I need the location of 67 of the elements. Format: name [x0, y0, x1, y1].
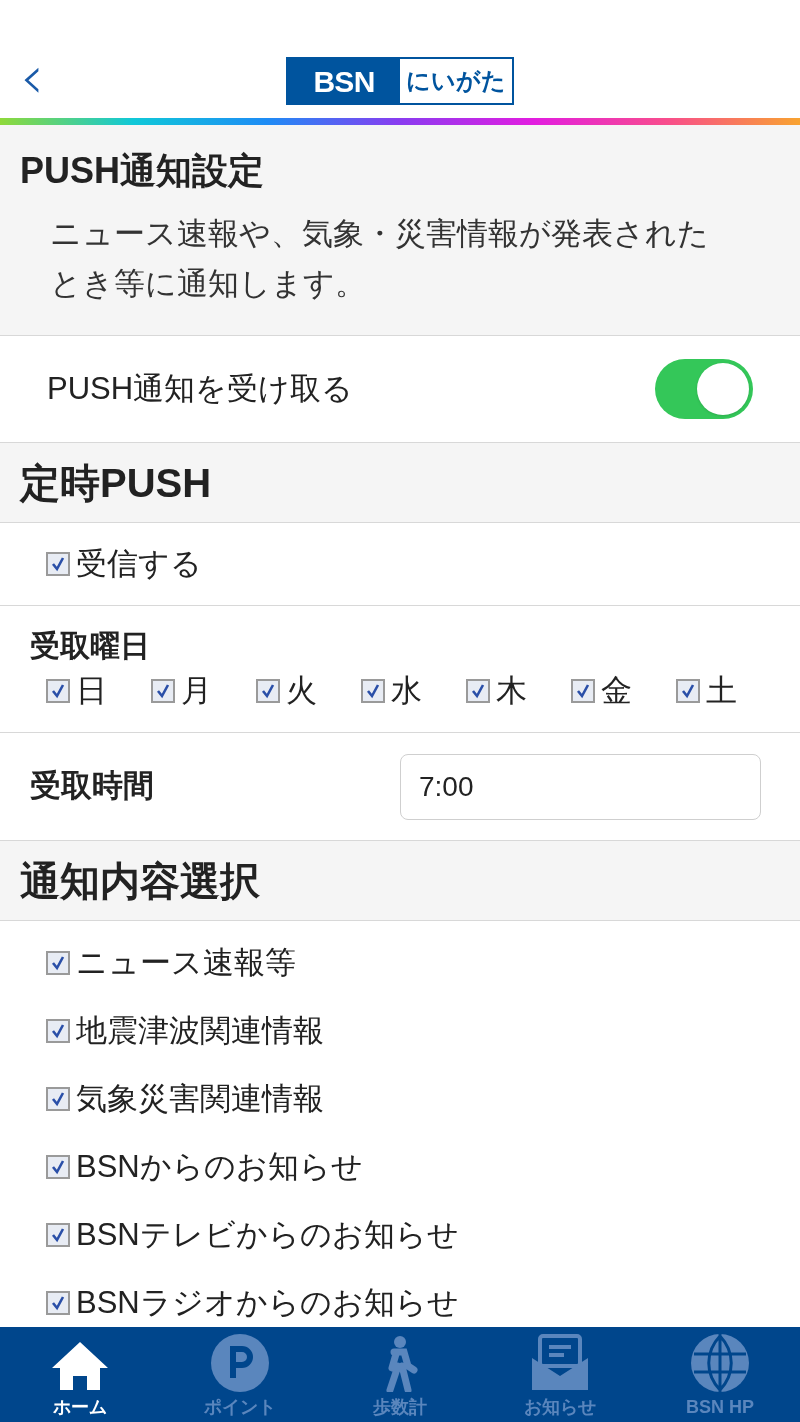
checkbox-label: 月 — [181, 672, 212, 710]
field-label: 受取曜日 — [30, 628, 151, 664]
checkbox[interactable] — [46, 1291, 70, 1315]
check-icon — [574, 682, 592, 701]
check-icon — [49, 682, 67, 701]
checkbox[interactable] — [46, 679, 70, 704]
toggle-label: PUSH通知を受け取る — [47, 369, 354, 408]
section-title: 定時PUSH — [20, 459, 212, 507]
check-icon — [49, 1158, 67, 1176]
parking-icon — [211, 1334, 269, 1392]
checkbox-label: 土 — [706, 672, 737, 710]
checkbox-label: 金 — [601, 672, 632, 710]
checkbox-label: 火 — [286, 672, 317, 710]
checkbox-label: 気象災害関連情報 — [76, 1079, 324, 1118]
checkbox[interactable] — [46, 951, 70, 975]
time-field[interactable]: 7:00 — [400, 753, 761, 820]
check-icon — [679, 682, 697, 701]
tab-item[interactable]: ポイント — [160, 1327, 320, 1422]
description-text: ニュース速報や、気象・災害情報が発表されたとき等に通知します。 — [49, 215, 710, 303]
check-icon — [154, 682, 172, 701]
section-title: 通知内容選択 — [20, 857, 260, 905]
checkbox[interactable] — [256, 679, 280, 704]
checkbox-label: BSNラジオからのお知らせ — [76, 1283, 459, 1322]
tab-label: ポイント — [204, 1396, 276, 1419]
tab-item[interactable]: BSN HP — [640, 1327, 800, 1422]
check-icon — [49, 954, 67, 972]
field-label: 受取時間 — [30, 767, 154, 806]
envelope-icon — [530, 1334, 590, 1392]
section-title: PUSH通知設定 — [19, 149, 266, 193]
tab-label: 歩数計 — [373, 1396, 427, 1419]
globe-icon — [691, 1334, 749, 1392]
tab-item[interactable]: お知らせ — [480, 1327, 640, 1422]
home-icon — [50, 1340, 110, 1392]
checkbox[interactable] — [466, 679, 490, 704]
checkbox[interactable] — [46, 1223, 70, 1247]
checkbox-label: 日 — [76, 672, 107, 710]
check-icon — [469, 682, 487, 701]
checkbox-label: ニュース速報等 — [76, 943, 296, 982]
checkbox-label: BSNからのお知らせ — [76, 1147, 363, 1186]
check-icon — [49, 1090, 67, 1108]
check-icon — [49, 1226, 67, 1244]
tab-item[interactable]: 歩数計 — [320, 1327, 480, 1422]
checkbox[interactable] — [46, 1155, 70, 1179]
tab-label: BSN HP — [686, 1396, 754, 1419]
back-button[interactable]: ‹ — [20, 52, 44, 102]
check-icon — [49, 1022, 67, 1040]
tab-label: ホーム — [53, 1396, 107, 1419]
check-icon — [49, 555, 67, 573]
checkbox[interactable] — [46, 1087, 70, 1111]
checkbox[interactable] — [571, 679, 595, 704]
checkbox-label: 地震津波関連情報 — [76, 1011, 324, 1050]
check-icon — [49, 1294, 67, 1312]
checkbox-label: BSNテレビからのお知らせ — [76, 1215, 459, 1254]
tab-item[interactable]: ホーム — [0, 1327, 160, 1422]
checkbox-label: 水 — [391, 672, 422, 710]
checkbox[interactable] — [361, 679, 385, 704]
checkbox[interactable] — [46, 1019, 70, 1043]
check-icon — [364, 682, 382, 701]
checkbox[interactable] — [676, 679, 700, 704]
tab-label: お知らせ — [524, 1396, 596, 1419]
toggle-switch[interactable] — [655, 359, 753, 419]
checkbox[interactable] — [46, 552, 70, 576]
checkbox-label: 受信する — [76, 544, 202, 583]
checkbox-label: 木 — [496, 672, 527, 710]
checkbox[interactable] — [151, 679, 175, 704]
check-icon — [259, 682, 277, 701]
logo-brand: BSN — [288, 59, 400, 103]
